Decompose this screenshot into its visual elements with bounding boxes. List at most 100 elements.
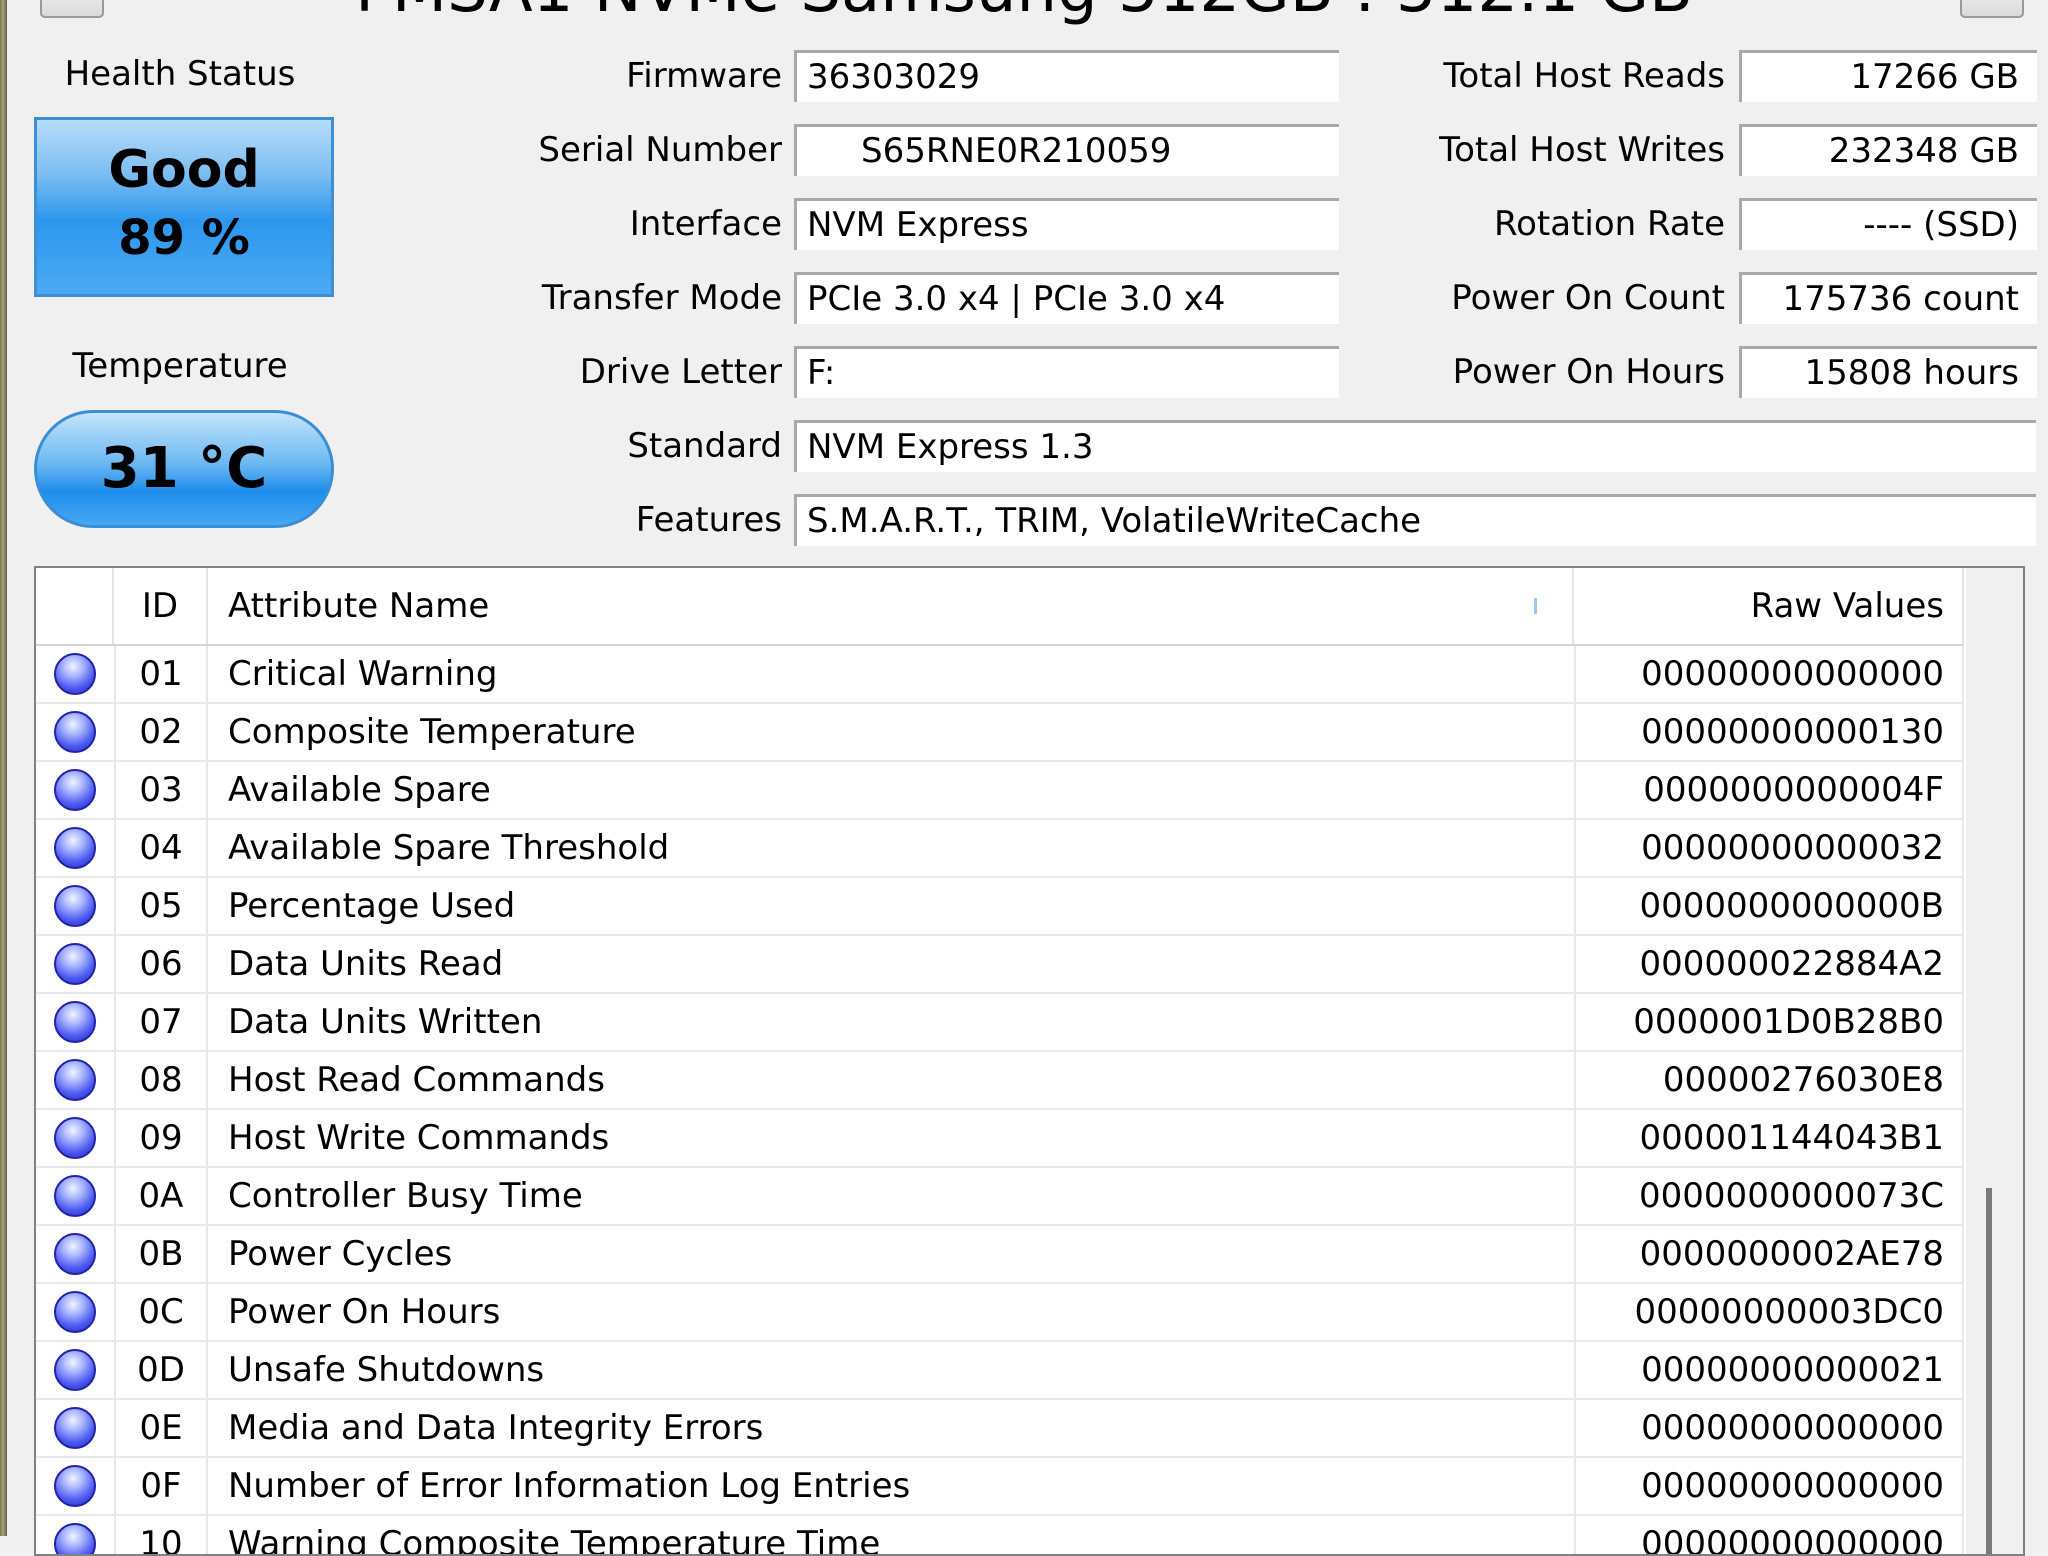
total-host-writes-label: Total Host Writes [1439, 130, 1725, 170]
attribute-raw-value: 0000000000004F [1574, 762, 1964, 818]
header-status [36, 568, 114, 644]
table-row[interactable]: 03 Available Spare 0000000000004F [36, 762, 1964, 820]
table-row[interactable]: 06 Data Units Read 000000022884A2 [36, 936, 1964, 994]
nav-next-button[interactable] [1960, 0, 2024, 18]
attribute-id: 02 [114, 704, 208, 760]
table-row[interactable]: 0E Media and Data Integrity Errors 0000000… [36, 1400, 1964, 1458]
total-host-writes-field[interactable]: 232348 GB [1739, 124, 2037, 176]
firmware-field[interactable]: 36303029 [794, 50, 1339, 102]
attribute-name: Power Cycles [228, 1234, 453, 1274]
attribute-name: Host Read Commands [228, 1060, 605, 1100]
table-row[interactable]: 08 Host Read Commands 00000276030E8 [36, 1052, 1964, 1110]
scrollbar-thumb[interactable] [1986, 1188, 1992, 1554]
vertical-scrollbar[interactable] [1966, 568, 2023, 1554]
status-dot-icon [54, 1349, 96, 1391]
status-dot-icon [54, 711, 96, 753]
attribute-id: 0D [114, 1342, 208, 1398]
serial-number-field[interactable]: S65RNE0R210059 [794, 124, 1339, 176]
status-dot-icon [54, 1523, 96, 1554]
attribute-raw-value: 00000000000021 [1574, 1342, 1964, 1398]
health-percent: 89 % [118, 210, 250, 266]
attribute-name: Media and Data Integrity Errors [228, 1408, 764, 1448]
attribute-raw-value: 00000000000000 [1574, 1458, 1964, 1514]
table-row[interactable]: 0C Power On Hours 00000000003DC0 [36, 1284, 1964, 1342]
table-row[interactable]: 10 Warning Composite Temperature Time 0000… [36, 1516, 1964, 1554]
health-status-label: Health Status [64, 54, 296, 94]
attribute-id: 06 [114, 936, 208, 992]
table-row[interactable]: 02 Composite Temperature 00000000000130 [36, 704, 1964, 762]
attribute-id: 0B [114, 1226, 208, 1282]
header-raw-values[interactable]: Raw Values [1574, 568, 1964, 644]
attribute-id: 0E [114, 1400, 208, 1456]
standard-label: Standard [627, 426, 782, 466]
drive-letter-field[interactable]: F: [794, 346, 1339, 398]
header-id[interactable]: ID [114, 568, 208, 644]
attribute-id: 01 [114, 646, 208, 702]
table-row[interactable]: 04 Available Spare Threshold 0000000000003… [36, 820, 1964, 878]
features-label: Features [635, 500, 782, 540]
smart-attributes-table[interactable]: ID Attribute Name Raw Values 01 Critical … [34, 566, 2025, 1556]
attribute-name: Percentage Used [228, 886, 516, 926]
standard-field[interactable]: NVM Express 1.3 [794, 420, 2036, 472]
attribute-raw-value: 00000000000000 [1574, 1400, 1964, 1456]
status-dot-icon [54, 1059, 96, 1101]
drive-title: FMSA1 NVMe Samsung 512GB : 512.1 GB [0, 0, 2048, 30]
interface-label: Interface [629, 204, 782, 244]
attribute-raw-value: 00000000000130 [1574, 704, 1964, 760]
attribute-name: Number of Error Information Log Entries [228, 1466, 911, 1506]
window-edge [0, 0, 7, 1536]
attribute-name: Controller Busy Time [228, 1176, 583, 1216]
health-status-text: Good [108, 140, 260, 200]
status-dot-icon [54, 653, 96, 695]
table-row[interactable]: 0F Number of Error Information Log Entrie… [36, 1458, 1964, 1516]
drive-letter-label: Drive Letter [579, 352, 782, 392]
attribute-id: 09 [114, 1110, 208, 1166]
attribute-raw-value: 00000000003DC0 [1574, 1284, 1964, 1340]
status-dot-icon [54, 1175, 96, 1217]
attribute-id: 07 [114, 994, 208, 1050]
attribute-id: 10 [114, 1516, 208, 1554]
attribute-name: Critical Warning [228, 654, 498, 694]
table-row[interactable]: 05 Percentage Used 0000000000000B [36, 878, 1964, 936]
attribute-id: 08 [114, 1052, 208, 1108]
rotation-rate-field[interactable]: ---- (SSD) [1739, 198, 2037, 250]
status-dot-icon [54, 943, 96, 985]
attribute-name: Data Units Read [228, 944, 504, 984]
table-row[interactable]: 0A Controller Busy Time 0000000000073C [36, 1168, 1964, 1226]
total-host-reads-field[interactable]: 17266 GB [1739, 50, 2037, 102]
column-resize-grip[interactable] [1534, 598, 1537, 614]
table-row[interactable]: 0B Power Cycles 0000000002AE78 [36, 1226, 1964, 1284]
power-on-hours-field[interactable]: 15808 hours [1739, 346, 2037, 398]
attribute-name: Data Units Written [228, 1002, 543, 1042]
rotation-rate-label: Rotation Rate [1494, 204, 1725, 244]
total-host-reads-label: Total Host Reads [1443, 56, 1725, 96]
features-field[interactable]: S.M.A.R.T., TRIM, VolatileWriteCache [794, 494, 2036, 546]
table-row[interactable]: 09 Host Write Commands 000001144043B1 [36, 1110, 1964, 1168]
interface-field[interactable]: NVM Express [794, 198, 1339, 250]
attribute-id: 0C [114, 1284, 208, 1340]
attribute-name: Unsafe Shutdowns [228, 1350, 545, 1390]
status-dot-icon [54, 1117, 96, 1159]
attribute-id: 03 [114, 762, 208, 818]
status-dot-icon [54, 1407, 96, 1449]
status-dot-icon [54, 769, 96, 811]
attribute-id: 05 [114, 878, 208, 934]
firmware-label: Firmware [626, 56, 782, 96]
temperature-label: Temperature [72, 346, 288, 386]
table-row[interactable]: 07 Data Units Written 0000001D0B28B0 [36, 994, 1964, 1052]
table-row[interactable]: 01 Critical Warning 00000000000000 [36, 646, 1964, 704]
serial-number-label: Serial Number [538, 130, 782, 170]
status-dot-icon [54, 1233, 96, 1275]
temperature-box[interactable]: 31 °C [34, 410, 334, 528]
status-dot-icon [54, 1465, 96, 1507]
status-dot-icon [54, 1001, 96, 1043]
attribute-raw-value: 00000000000032 [1574, 820, 1964, 876]
transfer-mode-field[interactable]: PCIe 3.0 x4 | PCIe 3.0 x4 [794, 272, 1339, 324]
power-on-count-field[interactable]: 175736 count [1739, 272, 2037, 324]
attribute-name: Available Spare Threshold [228, 828, 670, 868]
health-status-box[interactable]: Good 89 % [34, 117, 334, 297]
table-row[interactable]: 0D Unsafe Shutdowns 00000000000021 [36, 1342, 1964, 1400]
attribute-id: 0F [114, 1458, 208, 1514]
header-attribute-name[interactable]: Attribute Name [208, 568, 1574, 644]
power-on-hours-label: Power On Hours [1452, 352, 1725, 392]
